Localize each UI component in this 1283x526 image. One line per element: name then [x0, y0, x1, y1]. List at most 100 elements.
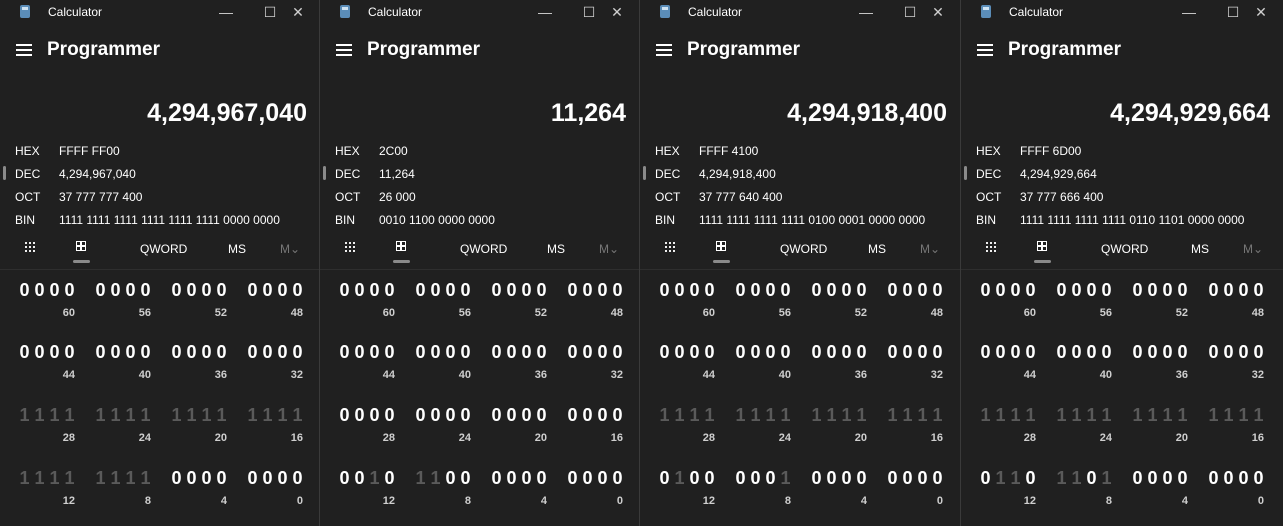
memory-menu-button[interactable]: M⌄	[920, 242, 940, 256]
bit-toggle-button[interactable]: 0	[733, 280, 748, 301]
radix-row-hex[interactable]: HEX 2C00	[320, 141, 639, 161]
bit-toggle-button[interactable]: 1	[839, 405, 854, 426]
bit-toggle-button[interactable]: 0	[367, 342, 382, 363]
bit-toggle-button[interactable]: 0	[702, 342, 717, 363]
bit-toggle-button[interactable]: 0	[260, 342, 275, 363]
bit-toggle-button[interactable]: 0	[337, 468, 352, 489]
bit-toggle-button[interactable]: 0	[123, 280, 138, 301]
bit-toggle-button[interactable]: 0	[489, 468, 504, 489]
bit-toggle-button[interactable]: 0	[1145, 280, 1160, 301]
bit-toggle-button[interactable]: 1	[169, 405, 184, 426]
bit-toggle-button[interactable]: 0	[595, 468, 610, 489]
bit-toggle-button[interactable]: 0	[108, 342, 123, 363]
bit-toggle-button[interactable]: 1	[138, 468, 153, 489]
bit-toggle-button[interactable]: 0	[854, 280, 869, 301]
bit-toggle-button[interactable]: 0	[352, 280, 367, 301]
bit-toggle-button[interactable]: 0	[199, 280, 214, 301]
bit-toggle-button[interactable]: 0	[580, 280, 595, 301]
bit-toggle-button[interactable]: 0	[443, 342, 458, 363]
bit-toggle-button[interactable]: 0	[519, 342, 534, 363]
bit-toggle-button[interactable]: 0	[580, 405, 595, 426]
bit-toggle-button[interactable]: 0	[1145, 342, 1160, 363]
bit-toggle-button[interactable]: 0	[809, 280, 824, 301]
bit-toggle-button[interactable]: 0	[214, 468, 229, 489]
bit-toggle-button[interactable]: 0	[367, 405, 382, 426]
bit-toggle-button[interactable]: 0	[1099, 280, 1114, 301]
bit-toggle-button[interactable]: 0	[993, 280, 1008, 301]
bit-toggle-button[interactable]: 0	[580, 342, 595, 363]
bit-toggle-button[interactable]: 0	[290, 280, 305, 301]
bit-toggle-button[interactable]: 1	[993, 468, 1008, 489]
bit-toggle-button[interactable]: 1	[885, 405, 900, 426]
bit-toggle-button[interactable]: 1	[260, 405, 275, 426]
bit-toggle-button[interactable]: 0	[489, 342, 504, 363]
bit-toggle-button[interactable]: 1	[993, 405, 1008, 426]
bit-toggle-button[interactable]: 0	[824, 342, 839, 363]
bit-toggle-button[interactable]: 1	[199, 405, 214, 426]
radix-row-bin[interactable]: BIN 1111 1111 1111 1111 0100 0001 0000 00…	[640, 210, 960, 230]
bit-toggle-button[interactable]: 0	[885, 342, 900, 363]
full-keypad-icon[interactable]	[24, 241, 36, 253]
bit-toggle-button[interactable]: 0	[413, 280, 428, 301]
bit-toggle-button[interactable]: 1	[1160, 405, 1175, 426]
bit-toggle-button[interactable]: 0	[367, 280, 382, 301]
bit-toggle-button[interactable]: 1	[290, 405, 305, 426]
bit-toggle-button[interactable]: 1	[657, 405, 672, 426]
word-size-button[interactable]: QWORD	[1101, 242, 1148, 256]
bit-toggle-button[interactable]: 0	[565, 280, 580, 301]
bit-toggle-button[interactable]: 0	[885, 468, 900, 489]
bit-toggle-button[interactable]: 0	[900, 280, 915, 301]
word-size-button[interactable]: QWORD	[780, 242, 827, 256]
bit-toggle-button[interactable]: 0	[900, 342, 915, 363]
bit-toggle-button[interactable]: 1	[748, 405, 763, 426]
bit-toggle-button[interactable]: 0	[1130, 342, 1145, 363]
bit-toggle-button[interactable]: 0	[930, 342, 945, 363]
bit-toggle-button[interactable]: 0	[382, 468, 397, 489]
radix-row-hex[interactable]: HEX FFFF 4100	[640, 141, 960, 161]
bit-toggle-button[interactable]: 0	[1054, 280, 1069, 301]
memory-menu-button[interactable]: M⌄	[599, 242, 619, 256]
word-size-button[interactable]: QWORD	[140, 242, 187, 256]
bit-toggle-button[interactable]: 0	[382, 280, 397, 301]
bit-toggle-button[interactable]: 0	[565, 405, 580, 426]
bit-toggle-button[interactable]: 1	[1221, 405, 1236, 426]
bit-toggle-button[interactable]: 0	[275, 342, 290, 363]
bit-toggle-button[interactable]: 1	[1206, 405, 1221, 426]
bit-toggle-button[interactable]: 0	[595, 342, 610, 363]
bit-toggle-button[interactable]: 0	[1236, 468, 1251, 489]
bit-toggle-button[interactable]: 0	[1008, 280, 1023, 301]
bit-toggle-button[interactable]: 1	[32, 405, 47, 426]
bit-toggle-button[interactable]: 0	[32, 342, 47, 363]
bit-toggle-button[interactable]: 1	[62, 405, 77, 426]
bit-toggle-button[interactable]: 0	[184, 342, 199, 363]
bit-toggle-button[interactable]: 1	[1069, 468, 1084, 489]
bit-toggle-button[interactable]: 0	[1054, 342, 1069, 363]
bit-toggle-button[interactable]: 0	[1023, 280, 1038, 301]
bit-toggle-button[interactable]: 0	[763, 342, 778, 363]
bit-toggle-button[interactable]: 0	[1084, 342, 1099, 363]
hamburger-menu-icon[interactable]	[16, 44, 32, 58]
bit-toggle-button[interactable]: 0	[824, 468, 839, 489]
bit-toggle-button[interactable]: 1	[900, 405, 915, 426]
bit-toggle-button[interactable]: 1	[1084, 405, 1099, 426]
bit-toggle-button[interactable]: 0	[1221, 342, 1236, 363]
bit-toggle-button[interactable]: 0	[62, 342, 77, 363]
bit-toggle-button[interactable]: 0	[580, 468, 595, 489]
bit-toggle-button[interactable]: 1	[108, 405, 123, 426]
bit-toggle-button[interactable]: 0	[290, 342, 305, 363]
bit-toggle-button[interactable]: 0	[458, 405, 473, 426]
bit-toggle-button[interactable]: 0	[169, 468, 184, 489]
bit-toggle-button[interactable]: 1	[733, 405, 748, 426]
bit-toggle-button[interactable]: 0	[534, 468, 549, 489]
bit-toggle-button[interactable]: 1	[413, 468, 428, 489]
bit-toggle-button[interactable]: 0	[245, 468, 260, 489]
bit-toggle-button[interactable]: 0	[458, 280, 473, 301]
bit-toggle-button[interactable]: 0	[595, 280, 610, 301]
radix-row-oct[interactable]: OCT 37 777 640 400	[640, 187, 960, 207]
bit-toggle-button[interactable]: 1	[428, 468, 443, 489]
radix-row-dec[interactable]: DEC 4,294,929,664	[961, 164, 1283, 184]
bit-toggle-button[interactable]: 0	[885, 280, 900, 301]
bit-toggle-button[interactable]: 0	[199, 468, 214, 489]
bit-toggle-button[interactable]: 0	[1175, 280, 1190, 301]
bit-toggle-button[interactable]: 0	[687, 468, 702, 489]
